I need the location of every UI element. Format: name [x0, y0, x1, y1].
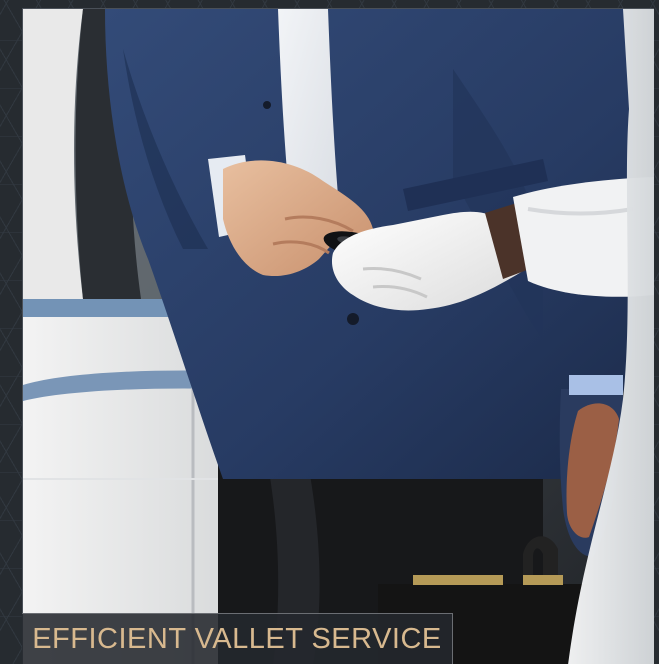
valet-service-photo: [22, 8, 654, 664]
caption-title: EFFICIENT VALLET SERVICE: [32, 622, 442, 655]
valet-service-card: EFFICIENT VALLET SERVICE: [0, 0, 659, 664]
caption-panel: EFFICIENT VALLET SERVICE: [22, 613, 453, 664]
